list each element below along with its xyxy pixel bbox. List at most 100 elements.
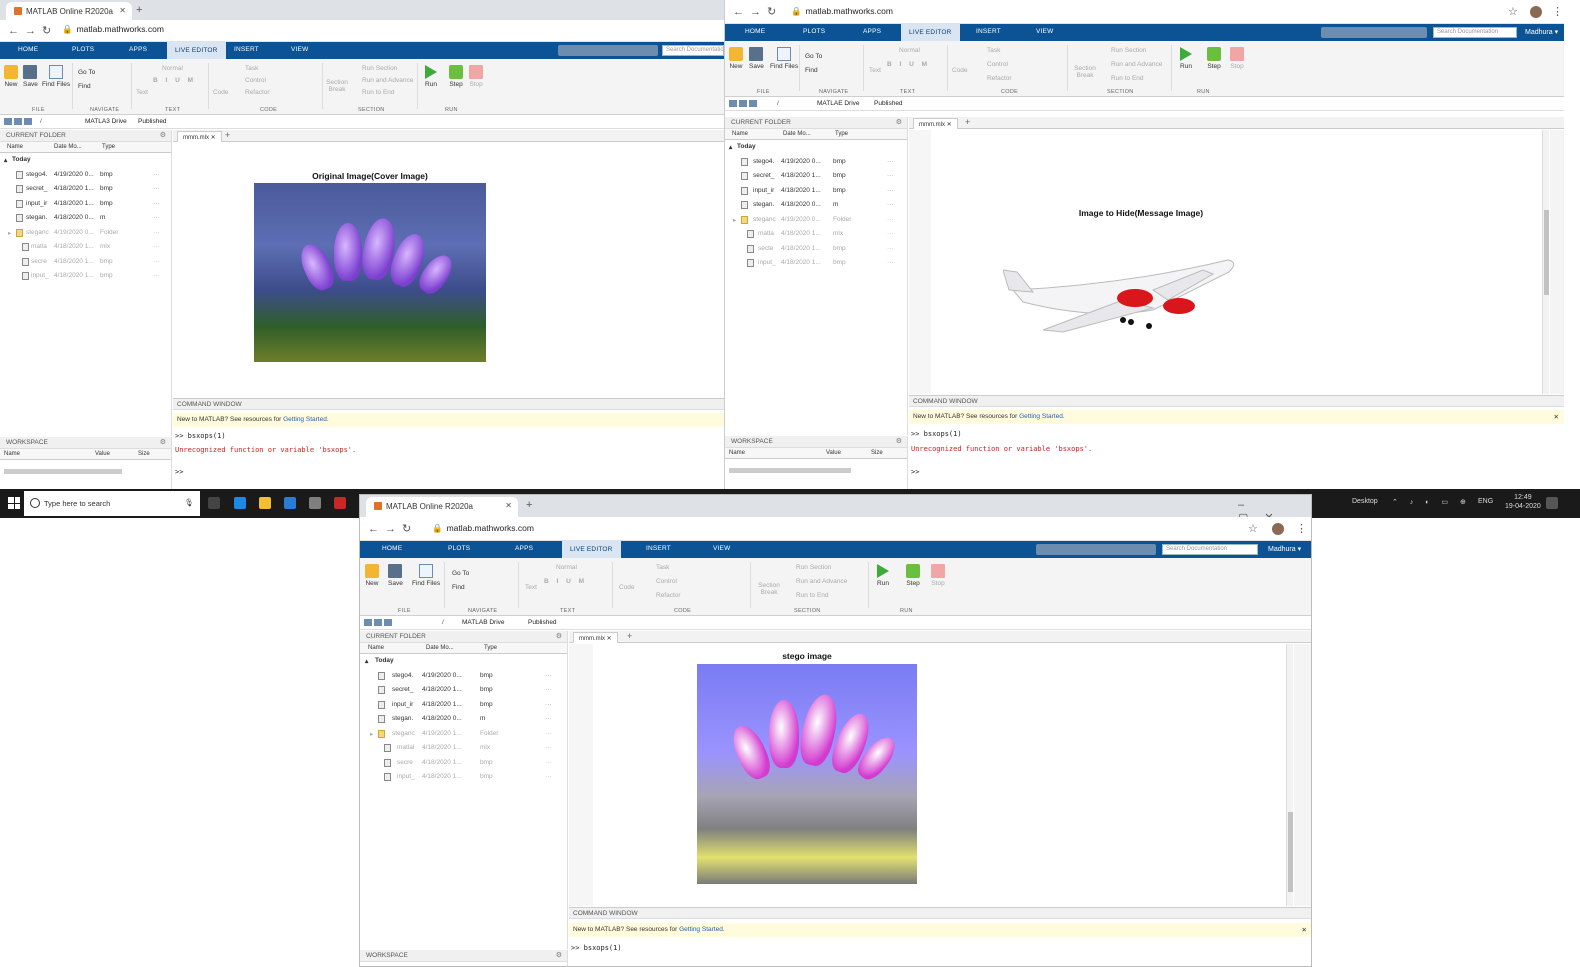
bold-italic-underline-icons[interactable]: B I U M — [887, 61, 930, 68]
back-forward-reload-icons[interactable]: ←→↻ — [733, 5, 782, 18]
run-section-button[interactable]: Run Section — [1111, 47, 1146, 54]
notification-icon[interactable] — [1546, 497, 1558, 509]
text-button[interactable]: Text — [525, 584, 537, 591]
folder-group-today[interactable]: ▴ Today — [0, 153, 171, 168]
refactor-button[interactable]: Refactor — [987, 75, 1012, 82]
menu-view[interactable]: VIEW — [1036, 28, 1053, 35]
live-editor-document[interactable]: stego image — [569, 644, 1289, 906]
folder-group-today[interactable]: ▴ Today — [360, 654, 567, 669]
list-item[interactable]: ▸ steganc 4/19/2020 0... Folder ··· — [0, 226, 171, 241]
list-item[interactable]: secre 4/18/2020 1... bmp ··· — [0, 255, 171, 270]
command-prompt[interactable]: >> — [175, 468, 183, 476]
find-files-button[interactable]: Find Files — [42, 65, 70, 89]
task-button[interactable]: Task — [245, 65, 258, 72]
url-field[interactable]: 🔒 matlab.mathworks.com — [62, 24, 164, 35]
live-editor-document[interactable]: Original Image(Cover Image) — [173, 143, 724, 397]
run-to-end-button[interactable]: Run to End — [1111, 75, 1144, 82]
browser-tab[interactable]: MATLAB Online R2020a ✕ — [366, 497, 518, 517]
menu-apps[interactable]: APPS — [863, 28, 881, 35]
go-to-button[interactable]: Go To — [78, 69, 95, 76]
path-drive[interactable]: MATLAB Drive — [462, 619, 505, 626]
close-banner-icon[interactable]: ✕ — [1302, 926, 1307, 934]
clock[interactable]: 12:49 19-04-2020 — [1505, 493, 1541, 511]
app-icon[interactable] — [334, 497, 346, 509]
file-explorer-icon[interactable] — [259, 497, 271, 509]
document-scrollbar[interactable] — [1542, 130, 1549, 394]
new-button[interactable]: New — [4, 65, 18, 89]
normal-style-select[interactable]: Normal — [162, 65, 183, 72]
system-tray-icons[interactable]: ⌃ ♪ ◐ ▭ ⊕ — [1392, 498, 1471, 506]
bold-italic-underline-icons[interactable]: B I U M — [544, 578, 587, 585]
path-nav-icons[interactable] — [729, 100, 759, 109]
menu-live-editor[interactable]: LIVE EDITOR — [562, 541, 621, 558]
list-item[interactable]: secret_ 4/18/2020 1... bmp ··· — [725, 169, 907, 184]
list-item[interactable]: ▸ steganc 4/19/2020 0... Folder ··· — [725, 213, 907, 228]
live-editor-document[interactable]: Image to Hide(Message Image) — [909, 130, 1564, 394]
doc-tab[interactable]: mmm.mlx ✕ — [573, 632, 618, 643]
browser-menu-icon[interactable]: ⋮ — [1552, 5, 1563, 18]
code-button[interactable]: Code — [619, 584, 635, 591]
list-item[interactable]: input_ir 4/18/2020 1... bmp ··· — [360, 698, 567, 713]
save-button[interactable]: Save — [749, 47, 764, 71]
refactor-button[interactable]: Refactor — [656, 592, 681, 599]
normal-style-select[interactable]: Normal — [899, 47, 920, 54]
task-button[interactable]: Task — [987, 47, 1000, 54]
list-item[interactable]: secre 4/18/2020 1... bmp ··· — [360, 756, 567, 771]
pane-menu-icon[interactable]: ⚙ — [896, 437, 902, 445]
menu-apps[interactable]: APPS — [515, 545, 533, 552]
menu-home[interactable]: HOME — [18, 46, 38, 53]
list-item[interactable]: matlal 4/18/2020 1... mlx ··· — [360, 741, 567, 756]
browser-tab[interactable]: MATLAB Online R2020a ✕ — [6, 2, 132, 20]
list-item[interactable]: matla 4/18/2020 1... mlx ··· — [725, 227, 907, 242]
list-item[interactable]: input_ir 4/18/2020 1... bmp ··· — [0, 197, 171, 212]
find-button[interactable]: Find — [78, 83, 91, 90]
search-documentation-input[interactable]: Search Documentation — [1162, 544, 1258, 555]
language-indicator[interactable]: ENG — [1478, 498, 1493, 505]
pane-menu-icon[interactable]: ⚙ — [556, 632, 562, 640]
list-item[interactable]: input_ 4/18/2020 1... bmp ··· — [360, 770, 567, 785]
user-menu[interactable]: Madhura ▾ — [1268, 545, 1301, 553]
close-tab-icon[interactable]: ✕ — [505, 501, 512, 510]
find-button[interactable]: Find — [452, 584, 465, 591]
list-item[interactable]: secret_ 4/18/2020 1... bmp ··· — [0, 182, 171, 197]
menu-live-editor[interactable]: LIVE EDITOR — [901, 24, 960, 41]
step-button[interactable]: Step — [1207, 47, 1221, 71]
start-button-icon[interactable] — [8, 497, 20, 509]
task-button[interactable]: Task — [656, 564, 669, 571]
menu-home[interactable]: HOME — [745, 28, 765, 35]
step-button[interactable]: Step — [449, 65, 463, 89]
list-item[interactable]: secret_ 4/18/2020 1... bmp ··· — [360, 683, 567, 698]
menu-plots[interactable]: PLOTS — [803, 28, 825, 35]
list-item[interactable]: secte 4/18/2020 1... bmp ··· — [725, 242, 907, 257]
section-break-button[interactable]: Section Break — [1073, 65, 1097, 79]
run-button[interactable]: Run — [425, 65, 437, 89]
path-drive[interactable]: MATLA3 Drive — [85, 118, 127, 125]
new-doc-tab-button[interactable]: + — [627, 631, 632, 641]
back-forward-reload-icons[interactable]: ←→↻ — [8, 24, 57, 37]
close-banner-icon[interactable]: ✕ — [1554, 413, 1559, 421]
url-field[interactable]: 🔒 matlab.mathworks.com — [791, 6, 893, 17]
section-break-button[interactable]: Section Break — [756, 582, 782, 596]
normal-style-select[interactable]: Normal — [556, 564, 577, 571]
control-button[interactable]: Control — [987, 61, 1008, 68]
menu-apps[interactable]: APPS — [129, 46, 147, 53]
new-tab-button[interactable]: + — [136, 4, 142, 16]
text-button[interactable]: Text — [869, 67, 881, 74]
run-and-advance-button[interactable]: Run and Advance — [796, 578, 847, 585]
run-and-advance-button[interactable]: Run and Advance — [362, 77, 413, 84]
back-forward-reload-icons[interactable]: ←→↻ — [368, 522, 417, 535]
desktop-toolbar-label[interactable]: Desktop — [1352, 498, 1378, 505]
getting-started-link[interactable]: Getting Started — [1019, 413, 1063, 420]
run-to-end-button[interactable]: Run to End — [362, 89, 395, 96]
stop-button[interactable]: Stop — [1230, 47, 1244, 71]
list-item[interactable]: stegan. 4/18/2020 0... m ··· — [725, 198, 907, 213]
microphone-icon[interactable]: 🎙 — [184, 498, 194, 507]
stop-button[interactable]: Stop — [469, 65, 483, 89]
folder-group-today[interactable]: ▴ Today — [725, 140, 907, 155]
run-button[interactable]: Run — [1180, 47, 1192, 71]
list-item[interactable]: stego4. 4/19/2020 0... bmp ··· — [725, 155, 907, 170]
user-menu[interactable]: Madhura ▾ — [1525, 28, 1558, 36]
command-prompt[interactable]: >> — [911, 468, 919, 476]
run-section-button[interactable]: Run Section — [796, 564, 831, 571]
quick-access-toolbar[interactable] — [1321, 27, 1427, 38]
